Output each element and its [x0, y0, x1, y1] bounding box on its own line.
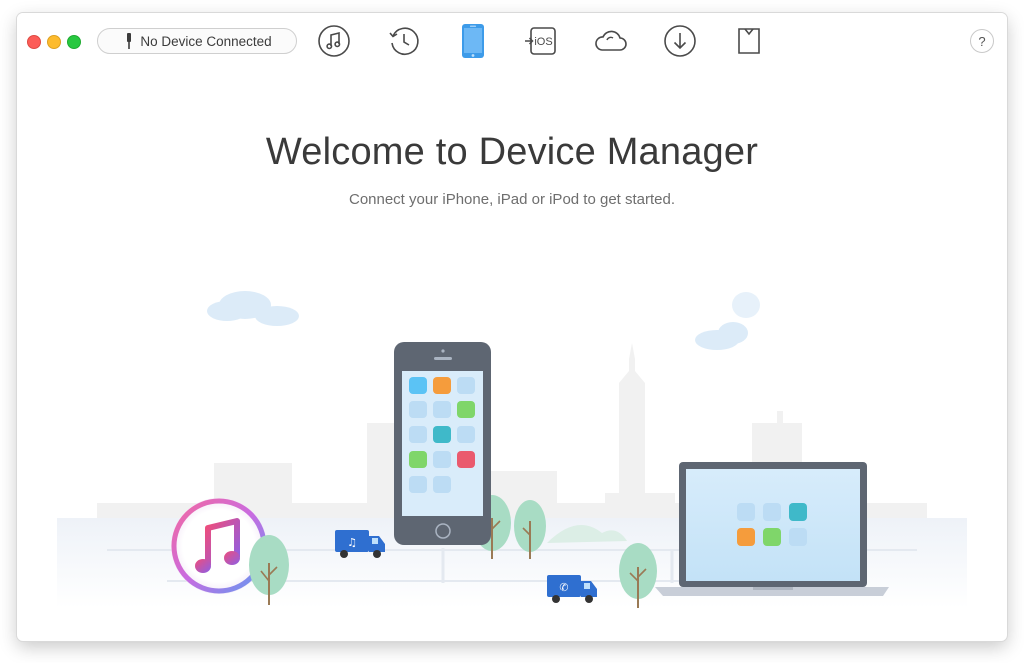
page-title: Welcome to Device Manager: [265, 131, 759, 173]
device-manager-button[interactable]: [455, 23, 491, 59]
help-button[interactable]: ?: [970, 29, 994, 53]
minimize-window-button[interactable]: [47, 35, 61, 49]
cloud-icon: [595, 30, 627, 51]
help-label: ?: [978, 33, 986, 49]
toolbar: No Device Connected iOS ?: [17, 13, 1007, 69]
icloud-manager-button[interactable]: [593, 23, 629, 59]
backup-history-button[interactable]: [386, 23, 422, 59]
cloud-right: [695, 292, 760, 350]
device-selector[interactable]: No Device Connected: [97, 28, 297, 54]
music-note-icon: [318, 25, 350, 57]
phone-illustration: [394, 342, 491, 545]
shirt-icon: [738, 28, 760, 54]
zoom-window-button[interactable]: [67, 35, 81, 49]
laptop-illustration: [655, 462, 889, 596]
music-manager-button[interactable]: [316, 23, 352, 59]
phone-icon: [462, 24, 484, 58]
ios-transfer-icon: iOS: [525, 27, 556, 55]
close-window-button[interactable]: [27, 35, 41, 49]
svg-text:✆: ✆: [559, 581, 568, 594]
history-clock-icon: [389, 27, 419, 56]
svg-text:♫: ♫: [347, 536, 357, 549]
page-subtitle: Connect your iPhone, iPad or iPod to get…: [348, 191, 676, 208]
toolkit-button[interactable]: [731, 23, 767, 59]
device-status-label: No Device Connected: [140, 33, 272, 49]
connect-device-illustration: ♫ ✆: [57, 291, 967, 608]
lightning-cable-icon: [127, 33, 132, 49]
download-circle-icon: [664, 25, 696, 57]
app-window: No Device Connected iOS ? Welcome to Dev…: [17, 13, 1007, 641]
cloud-left: [207, 291, 299, 326]
ios-mover-button[interactable]: iOS: [523, 23, 559, 59]
ios-label: iOS: [534, 36, 552, 48]
media-downloader-button[interactable]: [662, 23, 698, 59]
